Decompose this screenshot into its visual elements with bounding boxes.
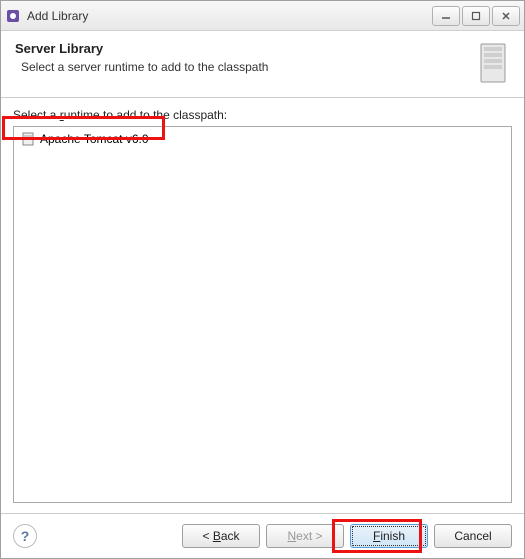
close-button[interactable] — [492, 6, 520, 26]
maximize-button[interactable] — [462, 6, 490, 26]
header-panel: Server Library Select a server runtime t… — [1, 31, 524, 98]
button-bar: ? < Back Next > Finish Cancel — [1, 513, 524, 558]
server-item-icon — [20, 131, 36, 147]
window-title: Add Library — [27, 9, 432, 23]
page-subtitle: Select a server runtime to add to the cl… — [21, 60, 466, 74]
page-title: Server Library — [15, 41, 466, 56]
runtime-list[interactable]: Apache Tomcat v6.0 — [13, 126, 512, 503]
app-icon — [5, 8, 21, 24]
window-controls — [432, 6, 520, 26]
minimize-button[interactable] — [432, 6, 460, 26]
content-area: Select a runtime to add to the classpath… — [1, 98, 524, 513]
finish-button[interactable]: Finish — [350, 524, 428, 548]
cancel-button[interactable]: Cancel — [434, 524, 512, 548]
titlebar: Add Library — [1, 1, 524, 31]
list-item-label: Apache Tomcat v6.0 — [40, 132, 149, 146]
list-item[interactable]: Apache Tomcat v6.0 — [16, 129, 509, 149]
dialog-window: Add Library Server Library Select a serv… — [0, 0, 525, 559]
next-button: Next > — [266, 524, 344, 548]
help-button[interactable]: ? — [13, 524, 37, 548]
back-button[interactable]: < Back — [182, 524, 260, 548]
runtime-list-label: Select a runtime to add to the classpath… — [13, 108, 512, 122]
server-icon — [476, 41, 510, 85]
